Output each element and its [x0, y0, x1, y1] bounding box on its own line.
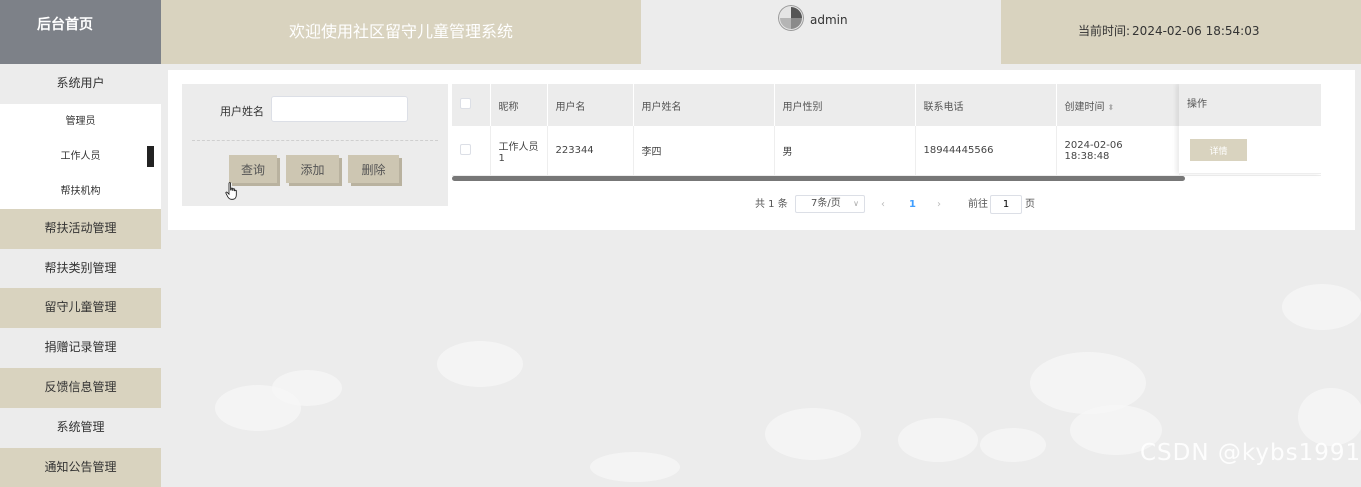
sidebar-item-label: 系统管理 [56, 419, 105, 434]
background-bubble [437, 341, 523, 387]
sort-icon[interactable]: ⬍ [1108, 103, 1115, 112]
search-label: 用户姓名 [220, 105, 264, 118]
next-page-icon[interactable]: › [937, 195, 941, 215]
operations-cell: 详情 [1179, 126, 1321, 174]
time-label: 当前时间: [1078, 24, 1131, 38]
sidebar-item-activity[interactable]: 帮扶活动管理 [0, 208, 161, 249]
column-header-label: 创建时间 [1064, 101, 1105, 113]
avatar-icon [778, 5, 804, 31]
prev-page-icon[interactable]: ‹ [881, 195, 885, 215]
sidebar: 系统用户 管理员 工作人员 帮扶机构 帮扶活动管理 帮扶类别管理 留守儿童管理 … [0, 64, 161, 487]
sidebar-item-label: 通知公告管理 [44, 459, 117, 474]
sidebar-item-label: 捐赠记录管理 [44, 340, 117, 355]
cell-created: 2024-02-06 18:38:48 [1056, 126, 1180, 176]
background-bubble [1282, 284, 1361, 330]
sidebar-item-category[interactable]: 帮扶类别管理 [0, 248, 161, 289]
user-table: 昵称 用户名 用户姓名 用户性别 联系电话 创建时间 ⬍ 工作人员1 223344… [452, 84, 1321, 181]
cell-gender: 男 [774, 126, 916, 176]
hand-cursor-icon [225, 182, 237, 200]
sidebar-subitem-label: 帮扶机构 [60, 185, 101, 197]
select-all-cell [452, 84, 491, 126]
sidebar-item-system-users[interactable]: 系统用户 [0, 64, 161, 104]
system-title: 欢迎使用社区留守儿童管理系统 [288, 22, 513, 41]
goto-label: 前往 [968, 199, 988, 210]
page-size-select[interactable]: 7条/页 ∨ [795, 195, 865, 213]
background-bubble [1030, 352, 1146, 414]
main-panel: 用户姓名 查询 添加 删除 昵称 用户名 用户姓名 用户性别 联系电话 创建时间… [168, 70, 1355, 230]
cell-realname: 李四 [633, 126, 775, 176]
page-unit-label: 页 [1025, 199, 1035, 210]
cell-nickname: 工作人员1 [490, 126, 548, 176]
search-panel: 用户姓名 查询 添加 删除 [182, 84, 448, 206]
avatar[interactable] [778, 5, 804, 31]
cell-phone: 18944445566 [915, 126, 1057, 176]
user-area: admin [641, 0, 1001, 64]
background-bubble [765, 408, 861, 460]
column-header: 用户姓名 [633, 84, 775, 126]
sidebar-subitem-admin[interactable]: 管理员 [0, 104, 161, 139]
time-value: 2024-02-06 18:54:03 [1132, 24, 1260, 38]
background-bubble [980, 428, 1046, 462]
background-bubble [898, 418, 978, 462]
sidebar-subitem-agency[interactable]: 帮扶机构 [0, 174, 161, 209]
home-link[interactable]: 后台首页 [0, 0, 161, 64]
background-bubble [1298, 388, 1361, 446]
goto-page-input[interactable] [990, 195, 1022, 214]
sidebar-item-label: 帮扶类别管理 [44, 260, 117, 275]
total-count: 共 1 条 [755, 199, 788, 210]
sidebar-submenu-system-users: 管理员 工作人员 帮扶机构 [0, 103, 161, 209]
sidebar-item-feedback[interactable]: 反馈信息管理 [0, 367, 161, 408]
sidebar-item-children[interactable]: 留守儿童管理 [0, 288, 161, 329]
column-header: 用户名 [547, 84, 634, 126]
top-bar: 后台首页 欢迎使用社区留守儿童管理系统 admin 当前时间: 2024-02-0… [0, 0, 1361, 64]
sidebar-item-label: 留守儿童管理 [44, 300, 117, 315]
page-size-value: 7条/页 [811, 198, 841, 209]
delete-button[interactable]: 删除 [348, 155, 399, 183]
column-header: 昵称 [490, 84, 548, 126]
operations-fixed-column: 操作 详情 [1179, 84, 1321, 174]
sidebar-subitem-label: 管理员 [65, 115, 96, 127]
title-bar: 欢迎使用社区留守儿童管理系统 [161, 0, 641, 64]
detail-button[interactable]: 详情 [1190, 139, 1247, 161]
background-bubble [215, 385, 301, 431]
username-search-input[interactable] [271, 96, 408, 122]
sidebar-menu: 系统用户 管理员 工作人员 帮扶机构 帮扶活动管理 帮扶类别管理 留守儿童管理 … [0, 64, 161, 487]
sidebar-subitem-label: 工作人员 [60, 150, 101, 162]
time-area: 当前时间: 2024-02-06 18:54:03 [1001, 0, 1361, 64]
page-number-current[interactable]: 1 [909, 195, 916, 215]
cell-username: 223344 [547, 126, 634, 176]
sidebar-item-system[interactable]: 系统管理 [0, 407, 161, 448]
search-divider [192, 140, 438, 141]
sidebar-item-notice[interactable]: 通知公告管理 [0, 447, 161, 487]
row-select-cell [452, 126, 491, 176]
query-button[interactable]: 查询 [229, 155, 277, 183]
column-header-sortable[interactable]: 创建时间 ⬍ [1056, 84, 1180, 126]
column-header: 用户性别 [774, 84, 916, 126]
watermark: CSDN @kybs1991 [1140, 440, 1361, 466]
sidebar-item-label: 系统用户 [56, 76, 105, 90]
sidebar-item-donation[interactable]: 捐赠记录管理 [0, 328, 161, 368]
chevron-down-icon: ∨ [853, 199, 859, 208]
current-time: 当前时间: 2024-02-06 18:54:03 [1078, 22, 1260, 39]
active-indicator [147, 145, 154, 167]
select-all-checkbox[interactable] [460, 98, 471, 109]
horizontal-scrollbar[interactable] [452, 176, 1185, 181]
username[interactable]: admin [810, 13, 848, 27]
sidebar-item-label: 反馈信息管理 [44, 379, 117, 394]
column-header: 联系电话 [915, 84, 1057, 126]
sidebar-item-label: 帮扶活动管理 [44, 220, 117, 235]
add-button[interactable]: 添加 [286, 155, 339, 183]
sidebar-subitem-staff[interactable]: 工作人员 [0, 139, 161, 174]
brand-label: 后台首页 [37, 17, 93, 33]
column-header: 操作 [1179, 84, 1321, 126]
row-checkbox[interactable] [460, 143, 471, 155]
